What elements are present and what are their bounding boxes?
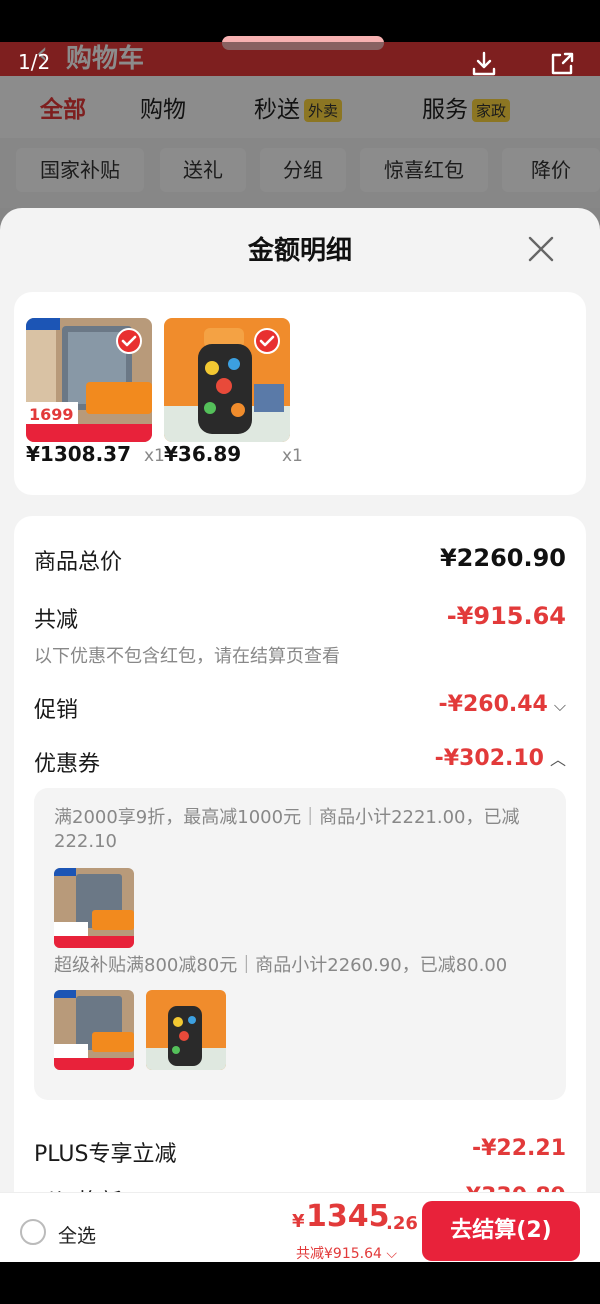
goods-total-value: ¥2260.90 [439, 544, 566, 572]
product-quantity: x1 [144, 446, 165, 466]
goods-total-label: 商品总价 [34, 550, 123, 575]
total-currency: ¥ [292, 1211, 305, 1232]
coupon-rule-text: 满2000享9折，最高减1000元｜商品小计2221.00，已减222.10 [54, 807, 520, 852]
plus-discount-label: PLUS专享立减 [34, 1142, 177, 1167]
coupon-row[interactable]: -¥302.10 ︿ [435, 746, 566, 771]
page-counter: 1/2 [18, 50, 51, 74]
coupon-product-thumb-water-heater[interactable] [54, 868, 134, 948]
select-all-label[interactable]: 全选 [58, 1221, 96, 1248]
product-image-price-tag: 1699 [29, 405, 74, 424]
chevron-down-icon: ⌵ [553, 696, 566, 715]
screen: ‹ 购物车 全部 购物 秒送 外卖 服务 家政 国家补贴 送礼 分组 惊喜红包 降价… [0, 0, 600, 1304]
total-saved-toggle[interactable]: 共减¥915.64 ⌵ [296, 1243, 397, 1263]
product-quantity: x1 [282, 446, 303, 466]
amount-detail-sheet: 金额明细 1699 ¥1308.37 x1 ¥36.89 x1 商品总价 ¥22… [0, 208, 600, 1262]
checkout-bar: 全选 ¥ 1345 .26 共减¥915.64 ⌵ 去结算(2) [0, 1192, 600, 1262]
coupon-label: 优惠券 [34, 752, 101, 777]
total-reduction-value: -¥915.64 [446, 602, 566, 630]
sheet-title: 金额明细 [247, 236, 352, 266]
coupon-product-thumb-water-heater[interactable] [54, 990, 134, 1070]
navigation-bar [0, 1262, 600, 1304]
coupon-product-thumb-kids-bottle[interactable] [146, 990, 226, 1070]
chevron-down-icon: ⌵ [386, 1246, 397, 1262]
product-image-kids-bottle[interactable] [164, 318, 290, 442]
download-icon[interactable] [470, 50, 498, 78]
price-breakdown-card: 商品总价 ¥2260.90 共减 -¥915.64 以下优惠不包含红包，请在结算… [14, 516, 586, 1262]
chevron-up-icon: ︿ [549, 750, 566, 769]
total-price-decimal: .26 [386, 1213, 418, 1234]
selected-check-icon [116, 328, 142, 354]
total-reduction-label: 共减 [34, 608, 79, 633]
coupon-rule-text: 超级补贴满800减80元｜商品小计2260.90，已减80.00 [54, 955, 508, 976]
total-price-integer: 1345 [306, 1199, 390, 1234]
total-saved-text: 共减¥915.64 [296, 1246, 382, 1262]
plus-discount-value: -¥22.21 [471, 1136, 566, 1161]
reduction-hint: 以下优惠不包含红包，请在结算页查看 [34, 646, 340, 667]
select-all-radio[interactable] [20, 1219, 46, 1245]
promotion-value: -¥260.44 [438, 692, 548, 717]
promotion-row[interactable]: -¥260.44 ⌵ [439, 692, 566, 717]
coupon-detail-box: 满2000享9折，最高减1000元｜商品小计2221.00，已减222.10 超… [34, 788, 566, 1100]
coupon-value: -¥302.10 [434, 746, 544, 771]
promotion-label: 促销 [34, 698, 79, 723]
selected-check-icon [254, 328, 280, 354]
share-icon[interactable] [548, 50, 576, 78]
product-price: ¥36.89 [164, 442, 242, 466]
close-icon[interactable] [526, 234, 556, 264]
product-image-water-heater[interactable]: 1699 [26, 318, 152, 442]
selected-products-card: 1699 ¥1308.37 x1 ¥36.89 x1 [14, 292, 586, 495]
product-price: ¥1308.37 [26, 442, 132, 466]
checkout-button[interactable]: 去结算(2) [422, 1201, 580, 1261]
